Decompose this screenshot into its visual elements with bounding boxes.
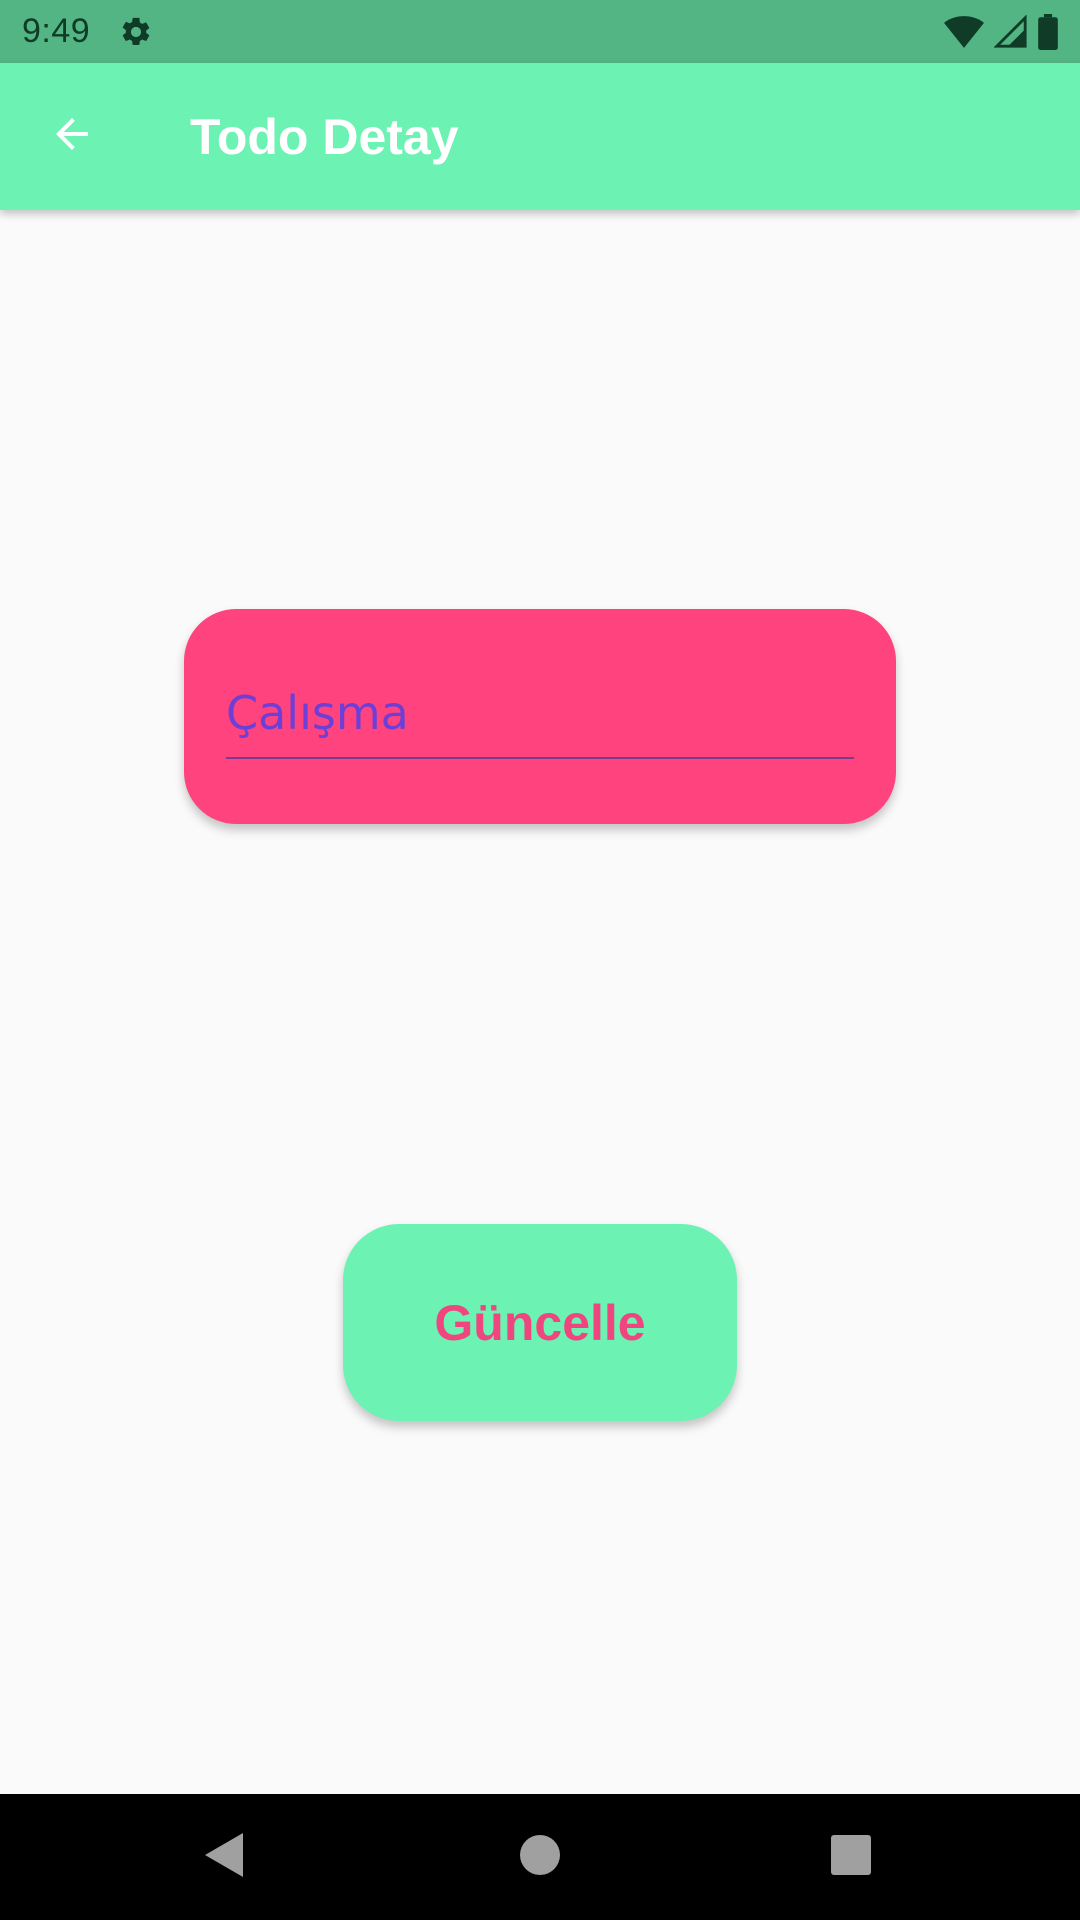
battery-icon	[1038, 13, 1058, 50]
cell-signal-icon	[994, 14, 1028, 49]
todo-name-input[interactable]	[226, 679, 854, 759]
settings-gear-icon	[118, 14, 154, 50]
status-time: 9:49	[22, 12, 91, 50]
nav-recents-button[interactable]	[806, 1812, 896, 1902]
update-button-label: Güncelle	[434, 1294, 646, 1351]
app-bar: Todo Detay	[0, 63, 1080, 210]
back-button[interactable]	[30, 95, 114, 179]
update-button[interactable]: Güncelle	[343, 1224, 737, 1421]
nav-home-button[interactable]	[495, 1812, 585, 1902]
status-bar: 9:49	[0, 0, 1080, 63]
nav-back-button[interactable]	[180, 1812, 270, 1902]
page-title: Todo Detay	[190, 108, 459, 165]
arrow-back-icon	[48, 110, 96, 163]
recents-square-icon	[831, 1834, 871, 1880]
wifi-icon	[944, 15, 984, 49]
todo-input-card	[184, 609, 896, 824]
status-icons	[944, 13, 1058, 50]
back-triangle-icon	[205, 1832, 245, 1882]
system-nav-bar	[0, 1794, 1080, 1920]
todo-detail-screen: 9:49 Todo Detay Çalışma Güncelle	[0, 0, 1080, 1920]
home-circle-icon	[520, 1834, 560, 1880]
